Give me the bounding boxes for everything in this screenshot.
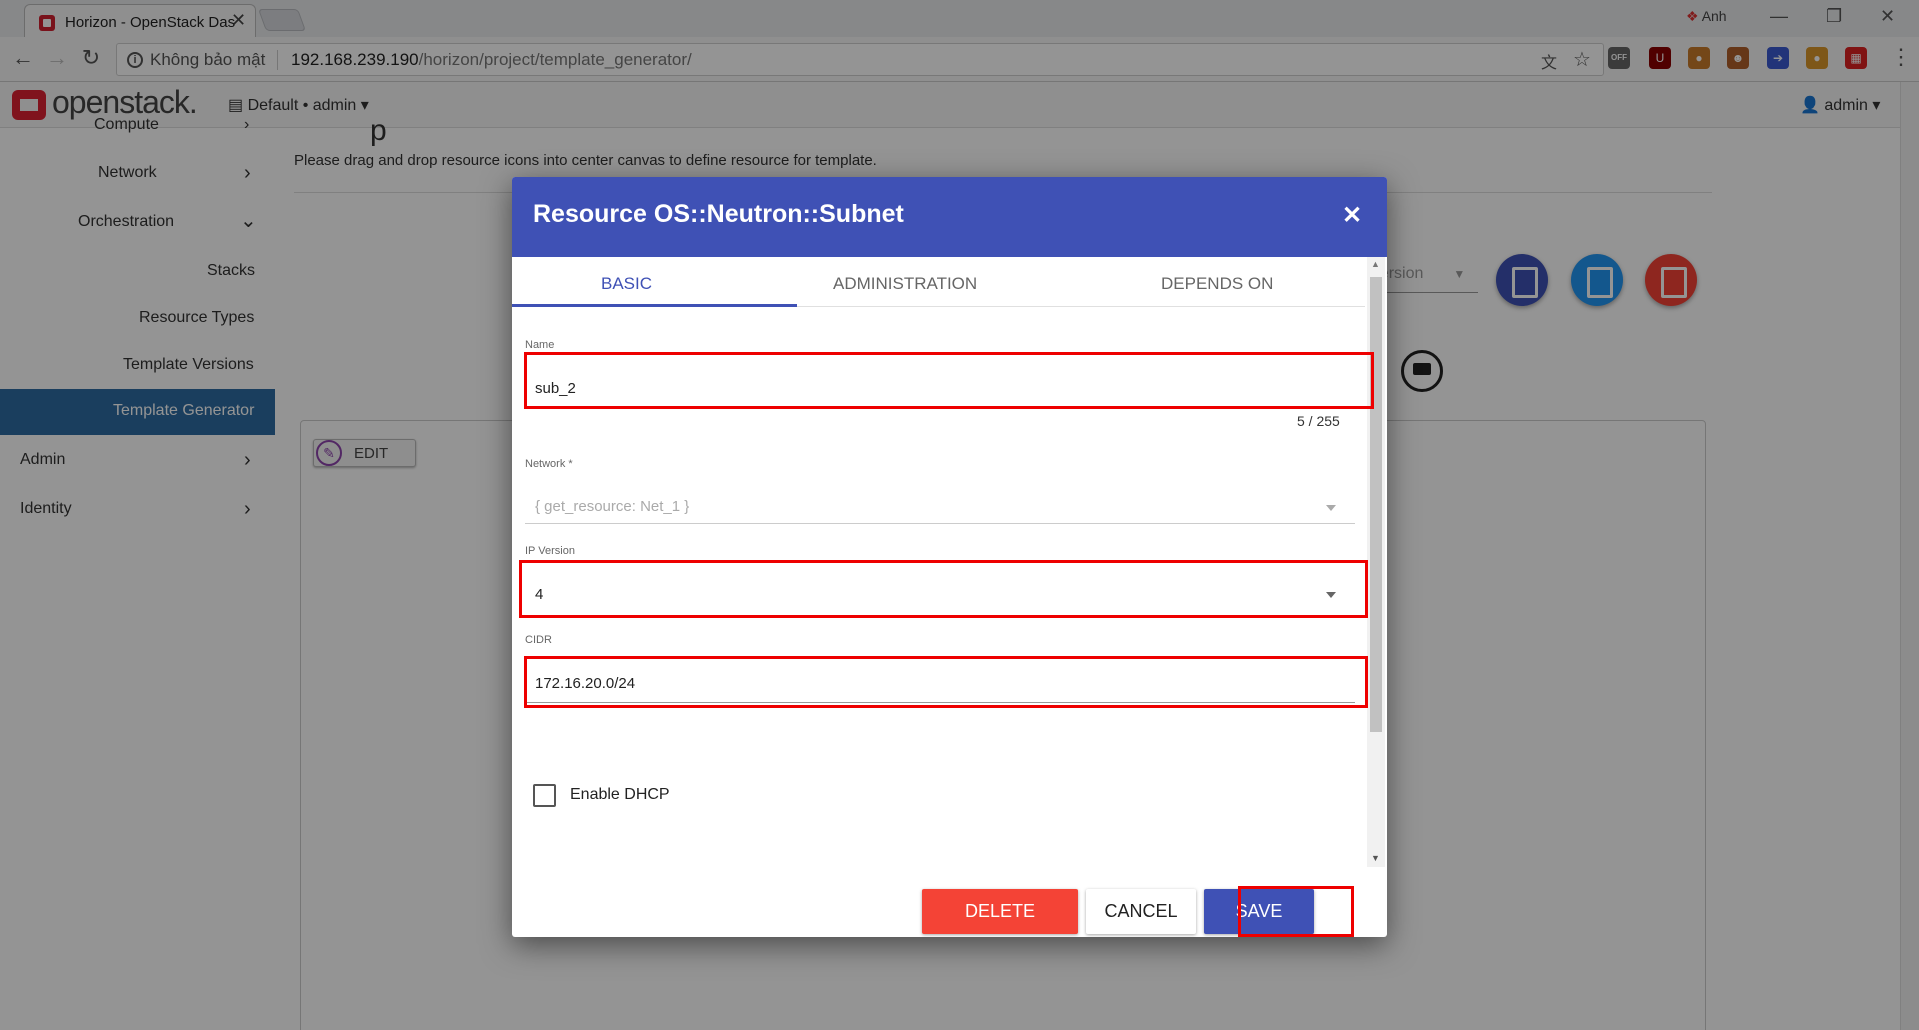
enable-dhcp-checkbox[interactable]: [533, 784, 556, 807]
cancel-button[interactable]: CANCEL: [1086, 889, 1196, 934]
ip-version-highlight-box: [519, 560, 1368, 618]
delete-resource-button[interactable]: DELETE RESOURCE: [922, 889, 1078, 934]
save-highlight-box: [1238, 886, 1354, 937]
dialog-header: Resource OS::Neutron::Subnet ✕: [512, 177, 1387, 257]
name-label: Name: [525, 339, 555, 351]
scroll-up-icon[interactable]: ▲: [1371, 259, 1380, 269]
name-char-counter: 5 / 255: [1297, 413, 1340, 429]
close-icon[interactable]: ✕: [1342, 201, 1362, 230]
dialog-scrollbar-thumb[interactable]: [1370, 277, 1382, 732]
network-underline: [525, 523, 1355, 524]
chevron-down-icon: [1326, 505, 1336, 511]
dialog-tabs: BASIC ADMINISTRATION DEPENDS ON: [512, 257, 1365, 307]
dialog-title: Resource OS::Neutron::Subnet: [533, 200, 904, 228]
tab-basic[interactable]: BASIC: [601, 274, 652, 294]
dialog-scrollbar[interactable]: ▲ ▼: [1367, 257, 1385, 867]
network-label: Network *: [525, 458, 573, 470]
name-highlight-box: [524, 352, 1374, 409]
resource-dialog: Resource OS::Neutron::Subnet ✕ BASIC ADM…: [512, 177, 1387, 937]
cidr-highlight-box: [524, 656, 1368, 708]
active-tab-indicator: [512, 304, 797, 307]
dialog-footer: DELETE RESOURCE CANCEL SAVE: [512, 871, 1387, 937]
scroll-down-icon[interactable]: ▼: [1371, 853, 1380, 863]
enable-dhcp-label[interactable]: Enable DHCP: [570, 786, 670, 804]
ip-version-label: IP Version: [525, 545, 575, 557]
network-select[interactable]: { get_resource: Net_1 }: [535, 498, 689, 515]
tab-administration[interactable]: ADMINISTRATION: [833, 274, 977, 294]
cidr-label: CIDR: [525, 634, 552, 646]
tab-depends-on[interactable]: DEPENDS ON: [1161, 274, 1273, 294]
